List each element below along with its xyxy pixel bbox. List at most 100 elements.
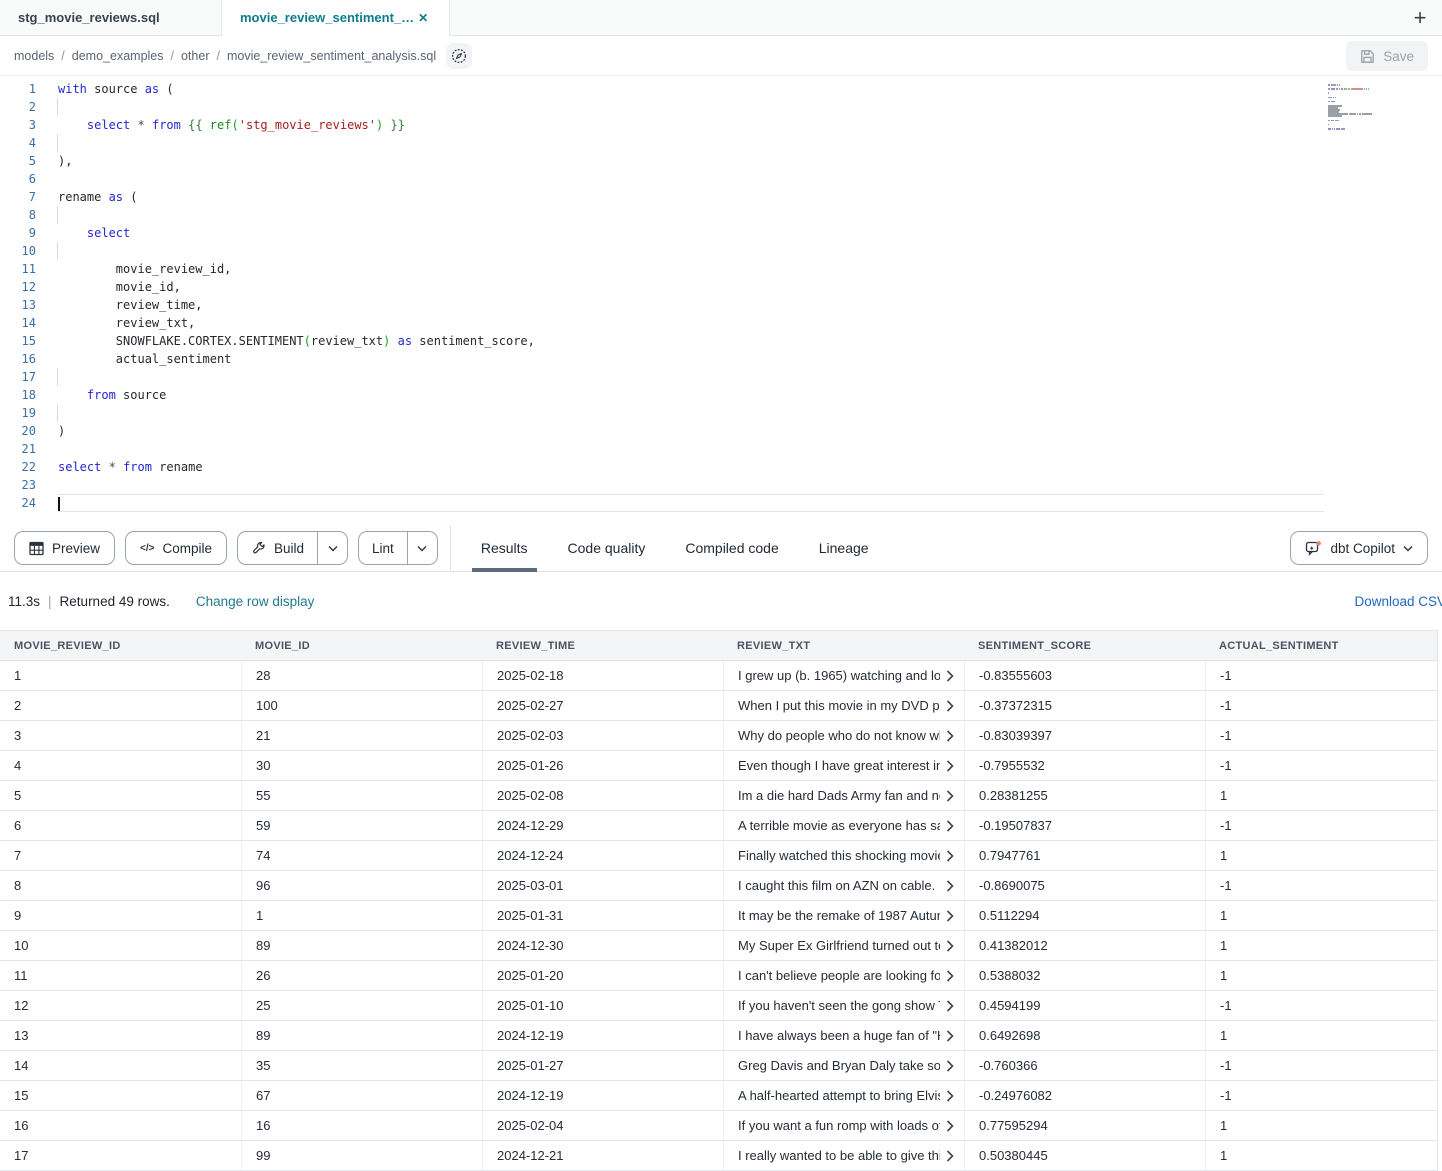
- code-token: source: [116, 388, 167, 402]
- review-text: I have always been a huge fan of "Hom…: [738, 1028, 940, 1043]
- chevron-right-icon[interactable]: [946, 670, 954, 682]
- code-line[interactable]: 1with source as (: [0, 80, 1442, 98]
- code-token: ref: [210, 118, 232, 132]
- chevron-right-icon[interactable]: [946, 1090, 954, 1102]
- chevron-right-icon[interactable]: [946, 1000, 954, 1012]
- breadcrumb-segment[interactable]: demo_examples: [72, 49, 164, 63]
- lint-button[interactable]: Lint: [359, 532, 407, 564]
- tab-stg-movie-reviews[interactable]: stg_movie_reviews.sql: [0, 0, 222, 35]
- minimap[interactable]: [1328, 84, 1398, 134]
- code-line[interactable]: 2: [0, 98, 1442, 116]
- download-csv-link[interactable]: Download CSV: [1354, 594, 1442, 609]
- breadcrumb-segment[interactable]: models: [14, 49, 54, 63]
- code-token: {{: [188, 118, 210, 132]
- lint-dropdown-button[interactable]: [407, 532, 437, 564]
- chevron-right-icon[interactable]: [946, 730, 954, 742]
- preview-label: Preview: [52, 541, 100, 556]
- chevron-right-icon[interactable]: [946, 820, 954, 832]
- tab-movie-review-sentiment[interactable]: movie_review_sentiment_… ✕: [222, 0, 450, 36]
- code-line[interactable]: 13 review_time,: [0, 296, 1442, 314]
- code-line[interactable]: 12 movie_id,: [0, 278, 1442, 296]
- chevron-right-icon[interactable]: [946, 1060, 954, 1072]
- dbt-copilot-button[interactable]: dbt Copilot: [1290, 531, 1428, 565]
- code-line[interactable]: 11 movie_review_id,: [0, 260, 1442, 278]
- code-line-content: [58, 440, 1324, 458]
- minimap-line: [1328, 132, 1398, 134]
- breadcrumb-segment[interactable]: other: [181, 49, 210, 63]
- code-line[interactable]: 18 from source: [0, 386, 1442, 404]
- code-editor[interactable]: 1with source as (23 select * from {{ ref…: [0, 76, 1442, 525]
- tab-results[interactable]: Results: [481, 525, 528, 572]
- table-cell: -1: [1205, 751, 1437, 780]
- build-dropdown-button[interactable]: [317, 532, 347, 564]
- chevron-right-icon[interactable]: [946, 910, 954, 922]
- floppy-icon: [1360, 49, 1375, 64]
- chevron-right-icon[interactable]: [946, 880, 954, 892]
- build-button[interactable]: Build: [238, 532, 317, 564]
- code-line[interactable]: 19: [0, 404, 1442, 422]
- indent-guide: [57, 206, 58, 224]
- line-number: 22: [0, 458, 36, 476]
- table-header-row: MOVIE_REVIEW_IDMOVIE_IDREVIEW_TIMEREVIEW…: [0, 631, 1437, 661]
- code-line[interactable]: 5),: [0, 152, 1442, 170]
- code-line[interactable]: 10: [0, 242, 1442, 260]
- code-line[interactable]: 4: [0, 134, 1442, 152]
- minimap-segment: [1328, 97, 1332, 99]
- table-cell: 2024-12-19: [482, 1021, 723, 1050]
- preview-button[interactable]: Preview: [14, 531, 115, 565]
- code-line[interactable]: 3 select * from {{ ref('stg_movie_review…: [0, 116, 1442, 134]
- minimap-segment: [1337, 88, 1338, 90]
- chevron-right-icon[interactable]: [946, 940, 954, 952]
- review-text: I grew up (b. 1965) watching and lovin…: [738, 668, 940, 683]
- chevron-right-icon[interactable]: [946, 850, 954, 862]
- column-header[interactable]: ACTUAL_SENTIMENT: [1205, 640, 1437, 652]
- code-line[interactable]: 20): [0, 422, 1442, 440]
- line-number: 18: [0, 386, 36, 404]
- save-button[interactable]: Save: [1346, 41, 1428, 71]
- code-line[interactable]: 9 select: [0, 224, 1442, 242]
- code-line[interactable]: 6: [0, 170, 1442, 188]
- close-icon[interactable]: ✕: [414, 9, 432, 27]
- code-line[interactable]: 8: [0, 206, 1442, 224]
- code-line[interactable]: 7rename as (: [0, 188, 1442, 206]
- tab-code-quality[interactable]: Code quality: [568, 525, 646, 572]
- chevron-right-icon[interactable]: [946, 1030, 954, 1042]
- minimap-segment: [1328, 128, 1331, 130]
- table-cell: 0.77595294: [964, 1111, 1205, 1140]
- chevron-right-icon[interactable]: [946, 700, 954, 712]
- chevron-right-icon[interactable]: [946, 760, 954, 772]
- chevron-right-icon[interactable]: [946, 790, 954, 802]
- chevron-right-icon[interactable]: [946, 1150, 954, 1162]
- chevron-right-icon[interactable]: [946, 1120, 954, 1132]
- chevron-down-icon: [1403, 545, 1413, 552]
- table-cell: I caught this film on AZN on cable. It s…: [723, 871, 964, 900]
- code-line[interactable]: 21: [0, 440, 1442, 458]
- code-line[interactable]: 16 actual_sentiment: [0, 350, 1442, 368]
- chevron-right-icon[interactable]: [946, 970, 954, 982]
- table-cell: Why do people who do not know what…: [723, 721, 964, 750]
- column-header[interactable]: REVIEW_TIME: [482, 640, 723, 652]
- code-line[interactable]: 14 review_txt,: [0, 314, 1442, 332]
- tab-compiled-code[interactable]: Compiled code: [685, 525, 778, 572]
- column-header[interactable]: MOVIE_ID: [241, 640, 482, 652]
- code-line[interactable]: 23: [0, 476, 1442, 494]
- compile-button[interactable]: </> Compile: [125, 531, 227, 565]
- code-line-content: ): [58, 422, 1324, 440]
- tab-lineage[interactable]: Lineage: [819, 525, 869, 572]
- breadcrumb-segment[interactable]: movie_review_sentiment_analysis.sql: [227, 49, 436, 63]
- code-token: (: [231, 118, 238, 132]
- column-header[interactable]: MOVIE_REVIEW_ID: [0, 640, 241, 652]
- change-row-display-link[interactable]: Change row display: [196, 594, 315, 609]
- review-text: When I put this movie in my DVD playe…: [738, 698, 940, 713]
- code-line[interactable]: 24: [0, 494, 1442, 512]
- code-line-content: select * from {{ ref('stg_movie_reviews'…: [58, 116, 1324, 134]
- new-tab-button[interactable]: +: [1404, 0, 1436, 36]
- code-line-content: actual_sentiment: [58, 350, 1324, 368]
- copilot-compass-button[interactable]: [446, 43, 472, 69]
- column-header[interactable]: SENTIMENT_SCORE: [964, 640, 1205, 652]
- code-line[interactable]: 22select * from rename: [0, 458, 1442, 476]
- code-line[interactable]: 17: [0, 368, 1442, 386]
- table-cell: -1: [1205, 811, 1437, 840]
- column-header[interactable]: REVIEW_TXT: [723, 640, 964, 652]
- code-line[interactable]: 15 SNOWFLAKE.CORTEX.SENTIMENT(review_txt…: [0, 332, 1442, 350]
